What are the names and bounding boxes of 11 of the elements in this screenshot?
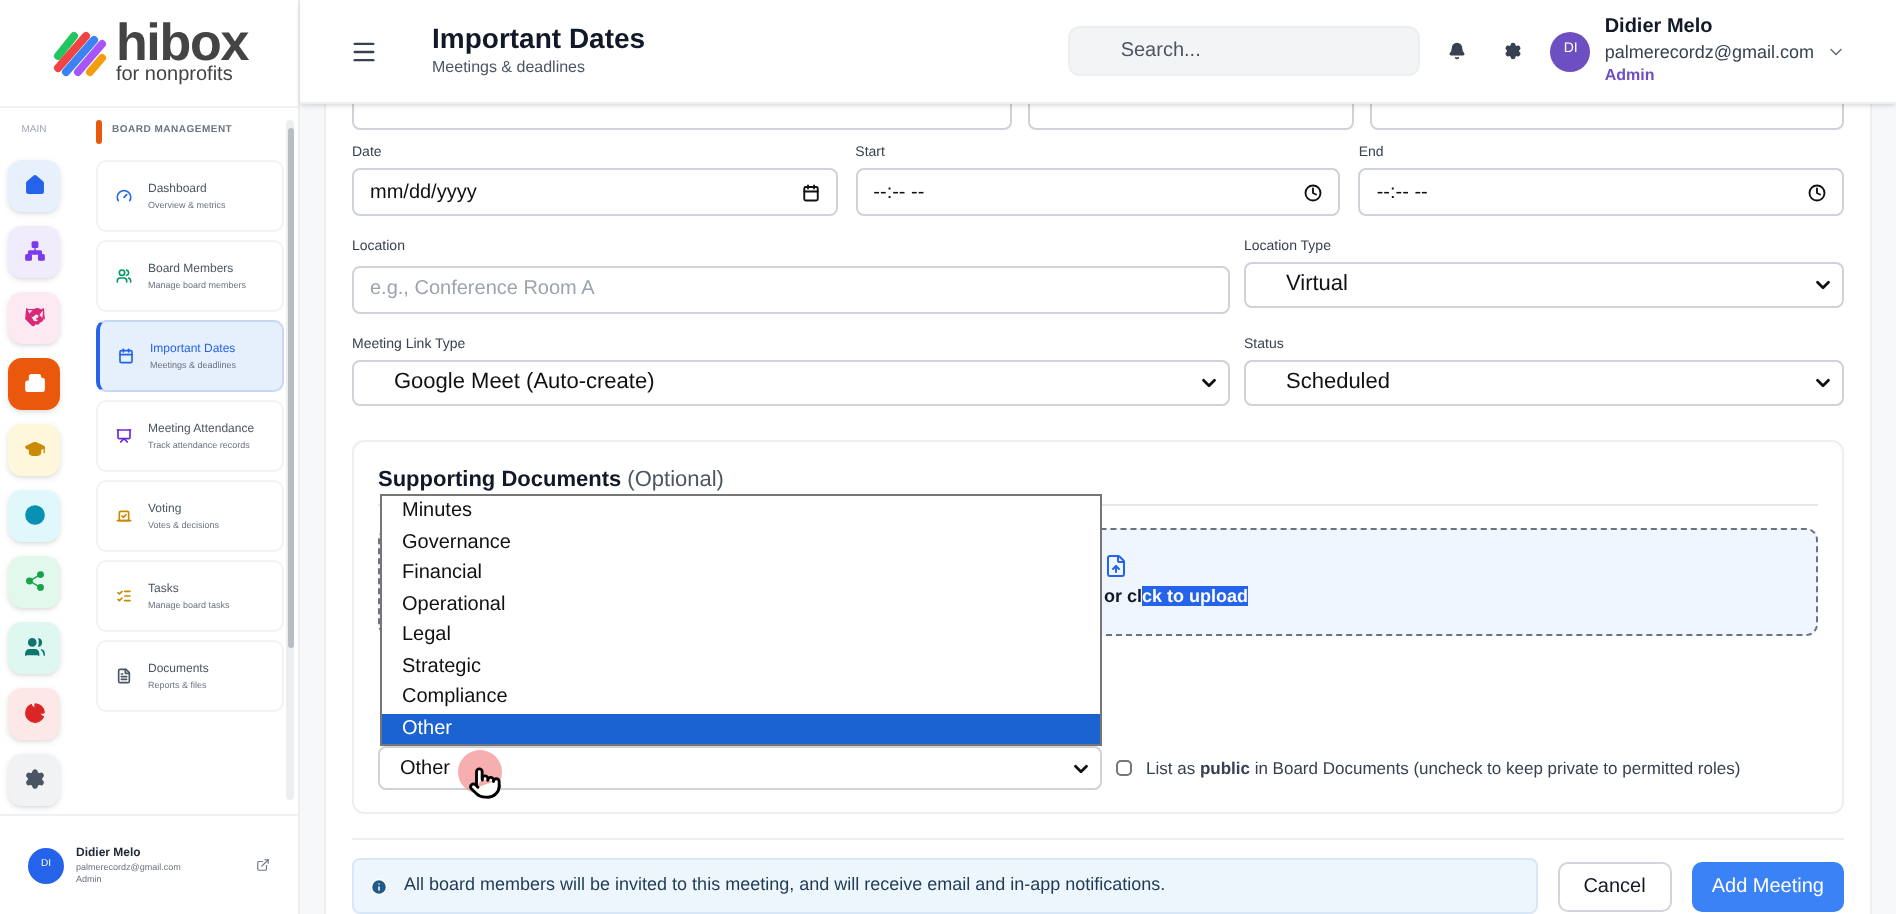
public-checkbox-label: List as public in Board Documents (uncheck to keep private to permitted roles) bbox=[1146, 755, 1741, 781]
section-title: Supporting Documents (Optional) bbox=[378, 465, 726, 495]
info-text: All board members will be invited to this meeting, and will receive email and in-app notifications. bbox=[404, 872, 1166, 899]
brand-name: hibox bbox=[115, 20, 249, 64]
user-role: Admin bbox=[1604, 64, 1657, 86]
user-name: Didier Melo bbox=[1604, 16, 1715, 40]
upload-prompt: or clck to upload bbox=[1104, 583, 1249, 610]
page-title: Important Dates bbox=[432, 22, 646, 56]
page-subtitle: Meetings & deadlines bbox=[432, 56, 587, 80]
user-email: palmerecordz@gmail.com bbox=[1604, 40, 1814, 64]
brand-tagline: for nonprofits bbox=[115, 64, 235, 86]
